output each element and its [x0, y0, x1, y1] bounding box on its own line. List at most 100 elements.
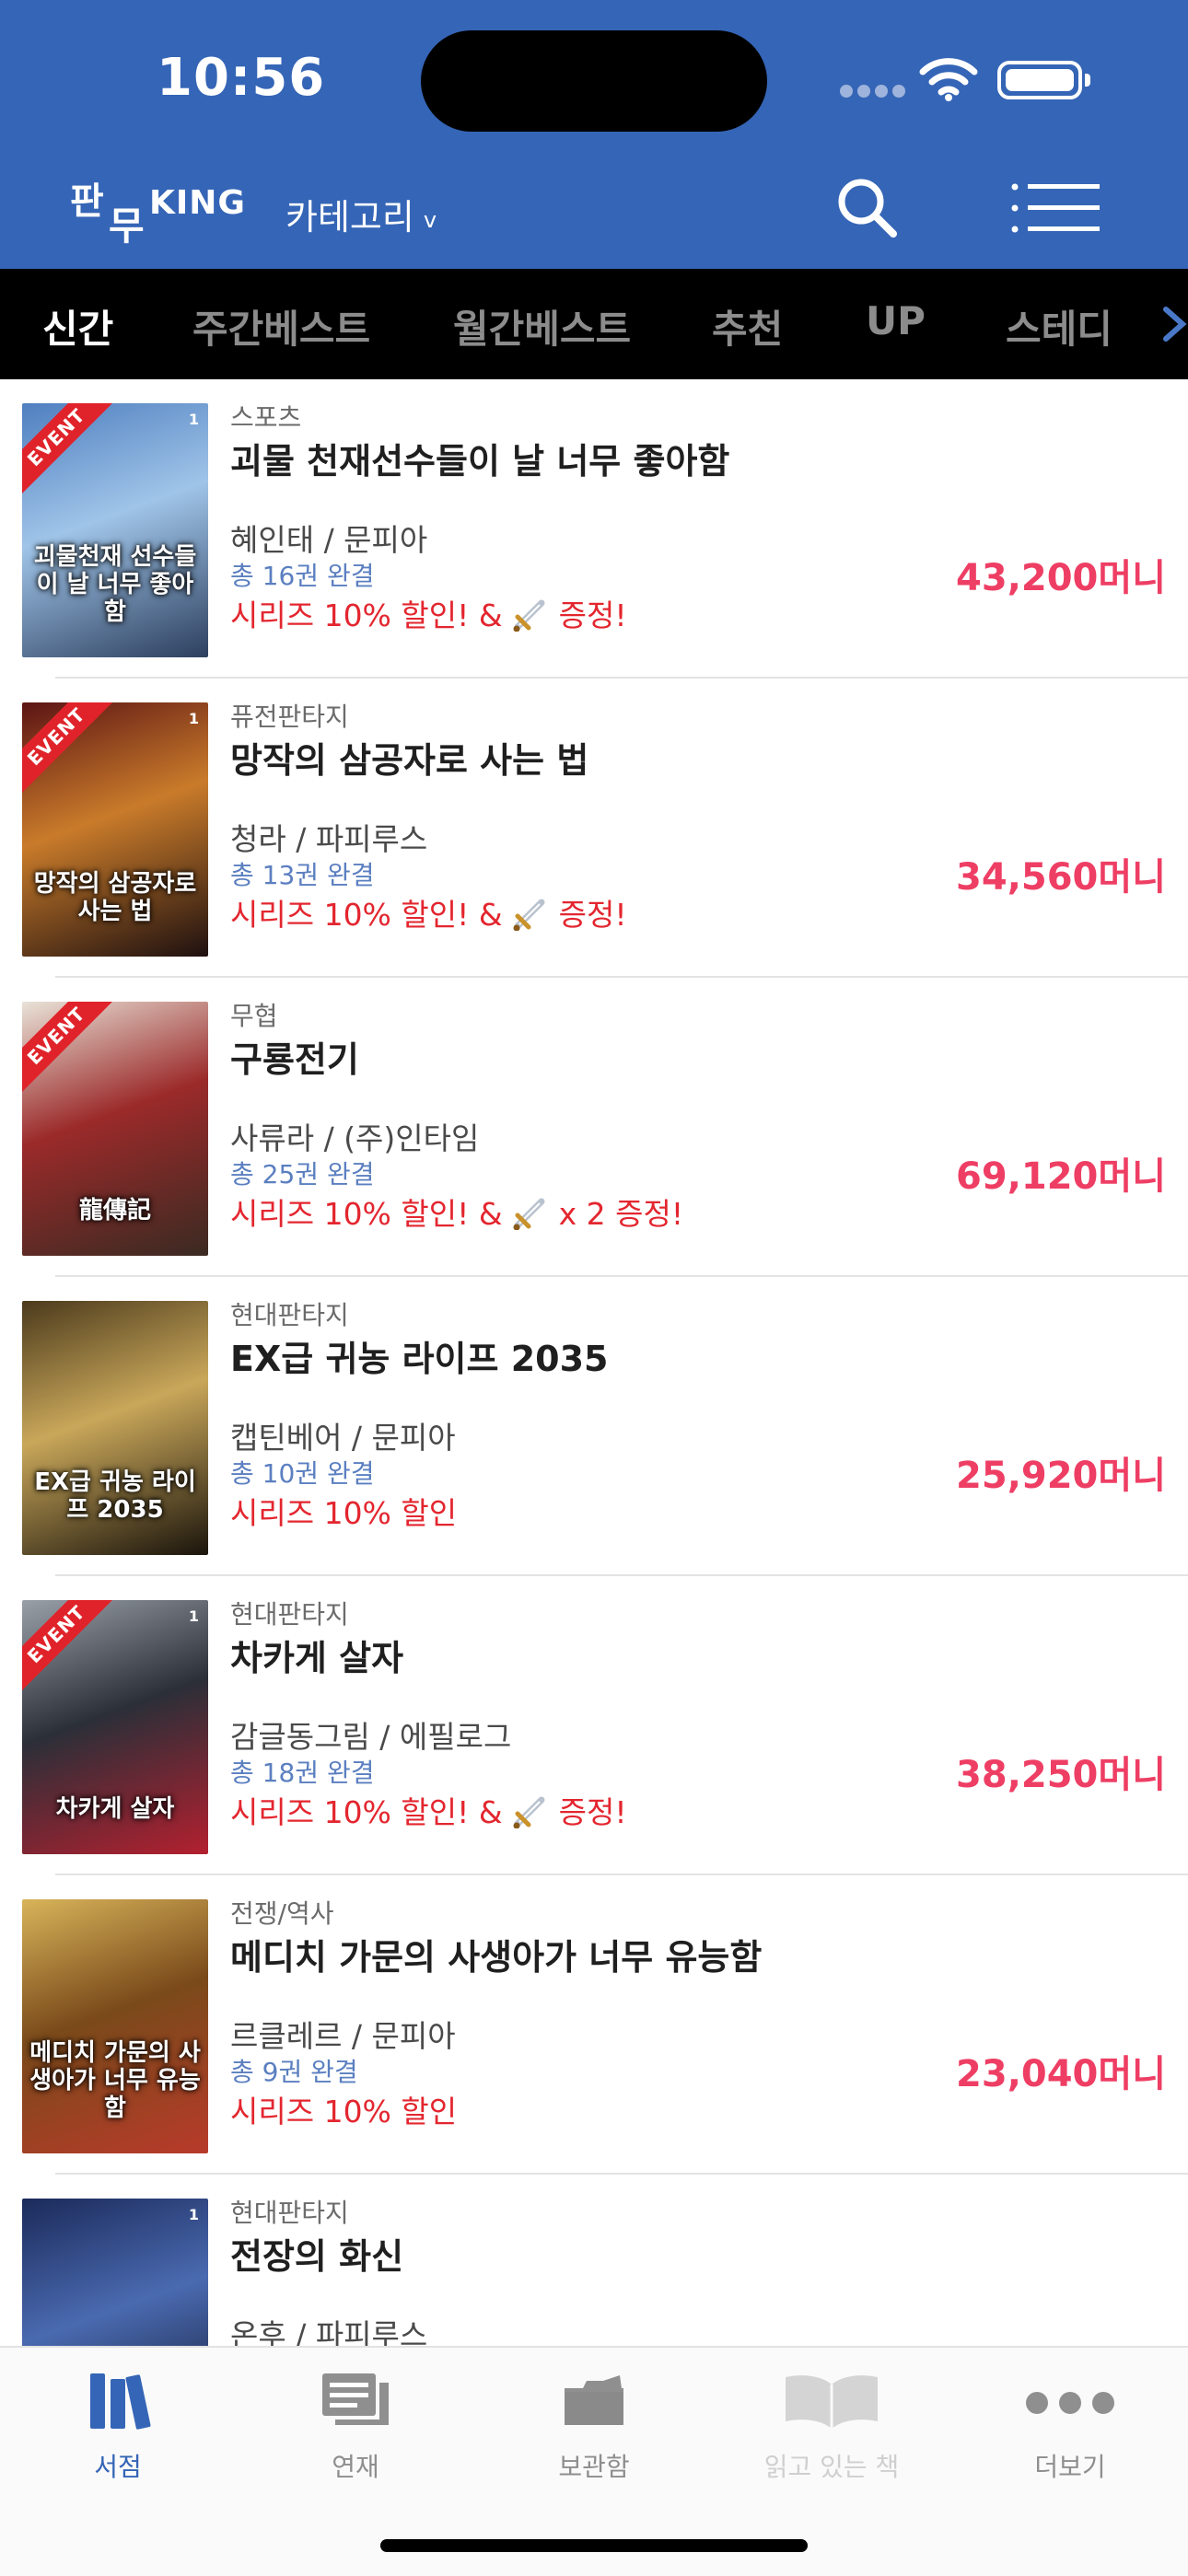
- book-volumes: 총 16권 완결: [230, 561, 375, 591]
- book-price: 38,250머니: [956, 1745, 1166, 1798]
- book-row[interactable]: 1 망작의 삼공자로 사는 법 EVENT 퓨전판타지 망작의 삼공자로 사는 법 청라 …: [0, 679, 1188, 978]
- tab-monthly-best[interactable]: 월간베스트: [453, 298, 631, 354]
- book-promo: 시리즈 10% 할인: [230, 2087, 457, 2131]
- price-amount: 38,250: [956, 1754, 1099, 1796]
- book-title[interactable]: 구룡전기: [230, 1031, 359, 1082]
- book-title[interactable]: 전장의 화신: [230, 2228, 403, 2279]
- book-title[interactable]: 망작의 삼공자로 사는 법: [230, 732, 588, 783]
- book-volumes: 총 25권 완결: [230, 1159, 375, 1189]
- promo-suffix: x 2 증정!: [558, 1196, 684, 1232]
- book-list: 1 괴물천재 선수들이 날 너무 좋아함 EVENT 스포츠 괴물 천재선수들이 날 너…: [0, 379, 1188, 2346]
- book-promo: 시리즈 10% 할인: [230, 1489, 457, 1533]
- nav-more[interactable]: 더보기: [978, 2368, 1162, 2484]
- book-row[interactable]: 龍傳記 EVENT 무협 구룡전기사류라 / (주)인타임 총 25권 완결시리즈 10…: [0, 978, 1188, 1277]
- open-book-icon: [786, 2375, 878, 2429]
- sword-gift-icon: [512, 597, 549, 632]
- book-price: 69,120머니: [956, 1146, 1166, 1200]
- price-unit: 머니: [1098, 1455, 1166, 1497]
- book-row[interactable]: 1 현대판타지 전장의 화신 온후 / 파피루스: [0, 2175, 1188, 2346]
- category-label: 카테고리: [285, 197, 414, 238]
- chevron-down-icon: v: [423, 207, 437, 233]
- chevron-right-icon[interactable]: [1162, 298, 1188, 350]
- serial-icon: [322, 2373, 389, 2425]
- book-price: 43,200머니: [956, 548, 1166, 601]
- promo-suffix: 증정!: [558, 897, 627, 933]
- book-author-publisher: 캡틴베어 / 문피아: [230, 1420, 456, 1456]
- cover-title-text: 龍傳記: [78, 1197, 151, 1224]
- nav-storage[interactable]: 보관함: [502, 2368, 686, 2484]
- promo-text: 시리즈 10% 할인! &: [230, 1196, 503, 1232]
- book-row[interactable]: 1 괴물천재 선수들이 날 너무 좋아함 EVENT 스포츠 괴물 천재선수들이 날 너…: [0, 379, 1188, 679]
- category-tab-bar: 신간 주간베스트 월간베스트 추천 UP 스테디: [0, 269, 1188, 379]
- price-amount: 25,920: [956, 1455, 1099, 1497]
- tab-steady[interactable]: 스테디: [1006, 298, 1112, 354]
- promo-text: 시리즈 10% 할인! &: [230, 897, 503, 933]
- book-title[interactable]: 차카게 살자: [230, 1630, 403, 1680]
- wifi-icon: [919, 58, 978, 101]
- cover-title-text: 메디치 가문의 사생아가 너무 유능함: [29, 2039, 201, 2122]
- nav-reading-now[interactable]: 읽고 있는 책: [740, 2368, 924, 2484]
- tab-up[interactable]: UP: [866, 298, 926, 343]
- price-unit: 머니: [1098, 1155, 1166, 1198]
- book-row[interactable]: 메디치 가문의 사생아가 너무 유능함 전쟁/역사 메디치 가문의 사생아가 너무 …: [0, 1875, 1188, 2175]
- sword-gift-icon: [512, 1793, 549, 1829]
- book-genre: 현대판타지: [230, 1599, 349, 1630]
- book-genre: 현대판타지: [230, 1300, 349, 1330]
- cover-title-text: 괴물천재 선수들이 날 너무 좋아함: [33, 543, 197, 626]
- sword-gift-icon: [512, 1195, 549, 1231]
- home-indicator: [380, 2539, 808, 2552]
- book-volumes: 총 18권 완결: [230, 1758, 375, 1788]
- book-cover-image[interactable]: 메디치 가문의 사생아가 너무 유능함: [22, 1899, 208, 2153]
- book-promo: 시리즈 10% 할인! & 증정!: [230, 591, 627, 635]
- cover-title-text: 차카게 살자: [55, 1795, 175, 1823]
- book-author-publisher: 감글동그림 / 에필로그: [230, 1719, 512, 1755]
- price-unit: 머니: [1098, 2053, 1166, 2095]
- promo-text: 시리즈 10% 할인! &: [230, 1794, 503, 1830]
- price-unit: 머니: [1098, 856, 1166, 899]
- book-cover-image[interactable]: 1 차카게 살자 EVENT: [22, 1600, 208, 1854]
- book-author-publisher: 혜인태 / 문피아: [230, 522, 428, 558]
- nav-serial[interactable]: 연재: [263, 2368, 448, 2484]
- search-icon[interactable]: [834, 175, 899, 239]
- nav-label: 보관함: [558, 2452, 630, 2482]
- cover-title-text: EX급 귀농 라이프 2035: [34, 1468, 196, 1524]
- book-cover-image[interactable]: 1: [22, 2199, 208, 2346]
- more-icon: [1026, 2392, 1114, 2414]
- menu-icon[interactable]: [1011, 182, 1100, 234]
- promo-suffix: 증정!: [558, 1794, 627, 1830]
- book-cover-image[interactable]: 1 망작의 삼공자로 사는 법 EVENT: [22, 702, 208, 957]
- book-cover-image[interactable]: EX급 귀농 라이프 2035: [22, 1301, 208, 1555]
- category-dropdown[interactable]: 카테고리 v: [285, 189, 437, 239]
- book-genre: 전쟁/역사: [230, 1898, 334, 1929]
- promo-text: 시리즈 10% 할인! &: [230, 598, 503, 633]
- book-author-publisher: 청라 / 파피루스: [230, 821, 428, 857]
- nav-bookstore[interactable]: 서점: [26, 2368, 210, 2484]
- book-row[interactable]: EX급 귀농 라이프 2035 현대판타지 EX급 귀농 라이프 2035 캡틴베어 …: [0, 1277, 1188, 1576]
- book-title[interactable]: 메디치 가문의 사생아가 너무 유능함: [230, 1929, 762, 1979]
- book-cover-image[interactable]: 1 괴물천재 선수들이 날 너무 좋아함 EVENT: [22, 403, 208, 657]
- nav-label: 연재: [332, 2452, 379, 2482]
- book-volumes: 총 13권 완결: [230, 860, 375, 890]
- promo-text: 시리즈 10% 할인: [230, 1495, 458, 1531]
- book-cover-image[interactable]: 龍傳記 EVENT: [22, 1002, 208, 1256]
- book-author-publisher: 사류라 / (주)인타임: [230, 1120, 480, 1156]
- book-title[interactable]: EX급 귀농 라이프 2035: [230, 1330, 608, 1381]
- tab-new[interactable]: 신간: [42, 298, 113, 354]
- price-unit: 머니: [1098, 1754, 1166, 1796]
- app-header: 10:56 판 무 KING 카테고리 v: [0, 0, 1188, 269]
- battery-icon: [997, 61, 1090, 99]
- book-genre: 무협: [230, 1001, 278, 1031]
- book-row[interactable]: 1 차카게 살자 EVENT 현대판타지 차카게 살자 감글동그림 / 에필로그 총 18권…: [0, 1576, 1188, 1875]
- nav-label: 서점: [94, 2452, 142, 2482]
- cover-title-text: 망작의 삼공자로 사는 법: [33, 870, 197, 925]
- book-volumes: 총 9권 완결: [230, 2057, 358, 2087]
- nav-label: 더보기: [1034, 2452, 1106, 2482]
- book-title[interactable]: 괴물 천재선수들이 날 너무 좋아함: [230, 433, 729, 483]
- book-price: 25,920머니: [956, 1445, 1166, 1499]
- book-author-publisher: 르클레르 / 문피아: [230, 2018, 456, 2054]
- tab-weekly-best[interactable]: 주간베스트: [192, 298, 370, 354]
- book-promo: 시리즈 10% 할인! & 증정!: [230, 890, 627, 934]
- tab-recommended[interactable]: 추천: [712, 298, 783, 354]
- book-genre: 현대판타지: [230, 2198, 349, 2228]
- cellular-signal-icon: [840, 85, 906, 98]
